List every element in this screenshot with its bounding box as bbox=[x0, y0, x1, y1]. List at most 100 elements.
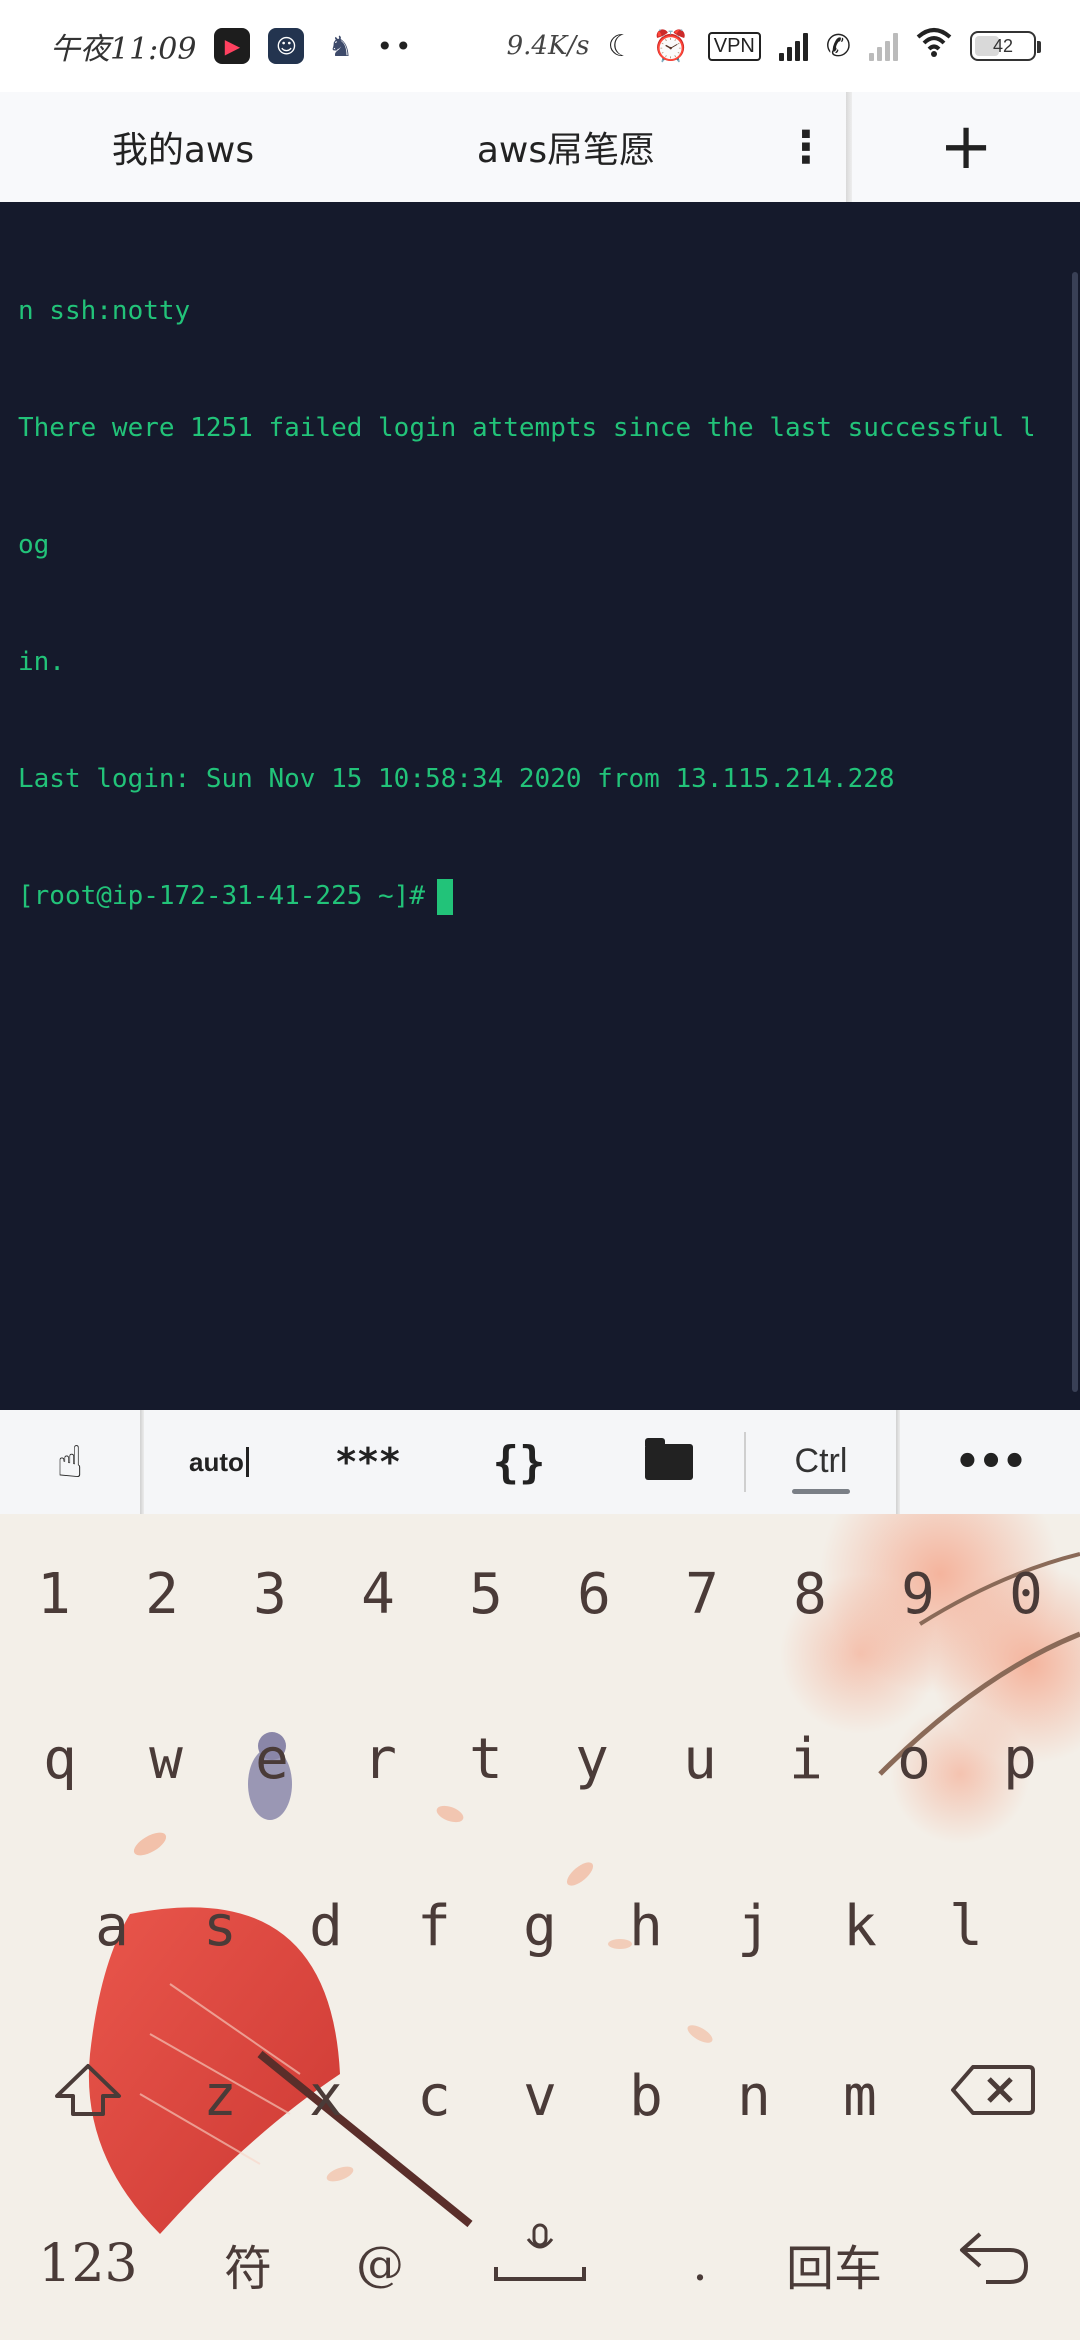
soft-keyboard: 1 2 3 4 5 6 7 8 9 0 q w e r t y u i o p … bbox=[0, 1514, 1080, 2340]
key-y[interactable]: y bbox=[552, 1727, 632, 1792]
more-keys-button[interactable]: ••• bbox=[900, 1410, 1080, 1514]
file-browser-button[interactable] bbox=[594, 1410, 744, 1514]
enter-key[interactable]: 回车 bbox=[764, 2229, 904, 2299]
clock: 午夜11:09 bbox=[50, 32, 197, 67]
terminal-output[interactable]: n ssh:notty There were 1251 failed login… bbox=[0, 202, 1080, 1410]
password-button[interactable]: *** bbox=[294, 1410, 444, 1514]
tab-my-aws[interactable]: 我的aws bbox=[0, 92, 366, 202]
terminal-line: Last login: Sun Nov 15 10:58:34 2020 fro… bbox=[18, 764, 895, 794]
key-s[interactable]: s bbox=[180, 1894, 260, 1959]
alarm-icon: ⏰ bbox=[652, 28, 690, 64]
key-z[interactable]: z bbox=[180, 2064, 260, 2129]
session-tab-bar: 我的aws aws屌笔愿 ⋮ + bbox=[0, 92, 1080, 202]
key-r[interactable]: r bbox=[340, 1727, 420, 1792]
key-c[interactable]: c bbox=[394, 2064, 474, 2129]
signal-2-icon bbox=[869, 31, 898, 61]
number-row: 1 2 3 4 5 6 7 8 9 0 bbox=[0, 1544, 1080, 1644]
snippets-button[interactable]: {} bbox=[444, 1410, 594, 1514]
video-app-icon: ▶ bbox=[214, 28, 251, 64]
key-1[interactable]: 1 bbox=[14, 1562, 94, 1627]
status-bar-left: 午夜11:09 ▶ ☺ ♞ •• bbox=[50, 24, 414, 68]
at-key[interactable]: @ bbox=[320, 2236, 440, 2292]
terminal-line: in. bbox=[18, 647, 65, 677]
backspace-icon bbox=[951, 2065, 1035, 2115]
terminal-line: n ssh:notty bbox=[18, 296, 191, 326]
letter-row-1: q w e r t y u i o p bbox=[0, 1709, 1080, 1809]
cat-app-icon: ♞ bbox=[327, 29, 354, 63]
status-bar-right: 9.4K/s ☾ ⏰ VPN ✆ 42 bbox=[506, 27, 1041, 65]
period-key[interactable]: . bbox=[640, 2236, 760, 2292]
key-m[interactable]: m bbox=[820, 2064, 900, 2129]
key-j[interactable]: j bbox=[714, 1894, 794, 1959]
space-key[interactable] bbox=[470, 2223, 610, 2305]
key-t[interactable]: t bbox=[446, 1727, 526, 1792]
key-g[interactable]: g bbox=[500, 1894, 580, 1959]
key-q[interactable]: q bbox=[20, 1727, 100, 1792]
key-9[interactable]: 9 bbox=[878, 1562, 958, 1627]
key-u[interactable]: u bbox=[660, 1727, 740, 1792]
network-speed: 9.4K/s bbox=[506, 31, 590, 61]
key-7[interactable]: 7 bbox=[662, 1562, 742, 1627]
key-a[interactable]: a bbox=[72, 1894, 152, 1959]
key-0[interactable]: 0 bbox=[986, 1562, 1066, 1627]
key-k[interactable]: k bbox=[820, 1894, 900, 1959]
key-d[interactable]: d bbox=[286, 1894, 366, 1959]
auto-label: auto bbox=[189, 1446, 244, 1477]
folder-icon bbox=[645, 1438, 693, 1480]
terminal-line: There were 1251 failed login attempts si… bbox=[18, 413, 1036, 443]
key-n[interactable]: n bbox=[714, 2064, 794, 2129]
touch-mode-button[interactable]: ☝ bbox=[0, 1410, 140, 1514]
terminal-cursor bbox=[437, 878, 453, 915]
terminal-line: og bbox=[18, 530, 50, 560]
more-notifications-icon: •• bbox=[376, 29, 414, 63]
key-p[interactable]: p bbox=[980, 1727, 1060, 1792]
text-caret-icon bbox=[245, 1447, 249, 1477]
add-tab-button[interactable]: + bbox=[852, 92, 1080, 202]
shift-arrow-icon bbox=[55, 2064, 121, 2116]
battery-percent: 42 bbox=[992, 35, 1014, 56]
more-options-icon[interactable]: ⋮ bbox=[766, 92, 846, 202]
tab-aws-2[interactable]: aws屌笔愿 bbox=[366, 92, 766, 202]
status-bar: 午夜11:09 ▶ ☺ ♞ •• 9.4K/s ☾ ⏰ VPN ✆ 42 bbox=[0, 0, 1080, 92]
mic-space-icon bbox=[494, 2223, 586, 2281]
battery-icon: 42 bbox=[970, 31, 1041, 61]
terminal-prompt: [root@ip-172-31-41-225 ~]# bbox=[18, 881, 425, 911]
key-v[interactable]: v bbox=[500, 2064, 580, 2129]
key-i[interactable]: i bbox=[766, 1727, 846, 1792]
return-arrow-icon bbox=[960, 2232, 1029, 2284]
signal-icon bbox=[778, 31, 808, 61]
auto-complete-button[interactable]: auto bbox=[144, 1410, 294, 1514]
return-key[interactable] bbox=[934, 2228, 1054, 2300]
key-8[interactable]: 8 bbox=[770, 1562, 850, 1627]
terminal-scrollbar[interactable] bbox=[1072, 272, 1078, 1392]
ctrl-label: Ctrl bbox=[794, 1442, 848, 1480]
ctrl-key[interactable]: Ctrl bbox=[746, 1410, 896, 1514]
key-b[interactable]: b bbox=[606, 2064, 686, 2129]
key-l[interactable]: l bbox=[926, 1894, 1006, 1959]
numbers-switch-key[interactable]: 123 bbox=[28, 2234, 148, 2294]
key-x[interactable]: x bbox=[286, 2064, 366, 2129]
shift-key[interactable] bbox=[28, 2062, 148, 2130]
call-icon: ✆ bbox=[825, 28, 851, 64]
key-o[interactable]: o bbox=[874, 1727, 954, 1792]
bottom-row: 123 符 @ . 回车 bbox=[0, 2214, 1080, 2314]
ctrl-indicator bbox=[792, 1489, 850, 1494]
key-f[interactable]: f bbox=[394, 1894, 474, 1959]
wifi-icon bbox=[916, 27, 952, 65]
message-app-icon: ☺ bbox=[268, 28, 305, 64]
extra-keys-toolbar: ☝ auto *** {} Ctrl ••• bbox=[0, 1410, 1080, 1514]
letter-row-3: z x c v b n m bbox=[0, 2046, 1080, 2146]
vpn-badge: VPN bbox=[707, 31, 761, 61]
backspace-key[interactable] bbox=[932, 2063, 1052, 2129]
key-2[interactable]: 2 bbox=[122, 1562, 202, 1627]
key-3[interactable]: 3 bbox=[230, 1562, 310, 1627]
key-6[interactable]: 6 bbox=[554, 1562, 634, 1627]
key-5[interactable]: 5 bbox=[446, 1562, 526, 1627]
key-w[interactable]: w bbox=[126, 1727, 206, 1792]
key-h[interactable]: h bbox=[606, 1894, 686, 1959]
terminal-prompt-line: [root@ip-172-31-41-225 ~]# bbox=[18, 877, 1062, 916]
key-e[interactable]: e bbox=[232, 1727, 312, 1792]
moon-icon: ☾ bbox=[607, 28, 635, 64]
symbols-key[interactable]: 符 bbox=[188, 2229, 308, 2299]
key-4[interactable]: 4 bbox=[338, 1562, 418, 1627]
